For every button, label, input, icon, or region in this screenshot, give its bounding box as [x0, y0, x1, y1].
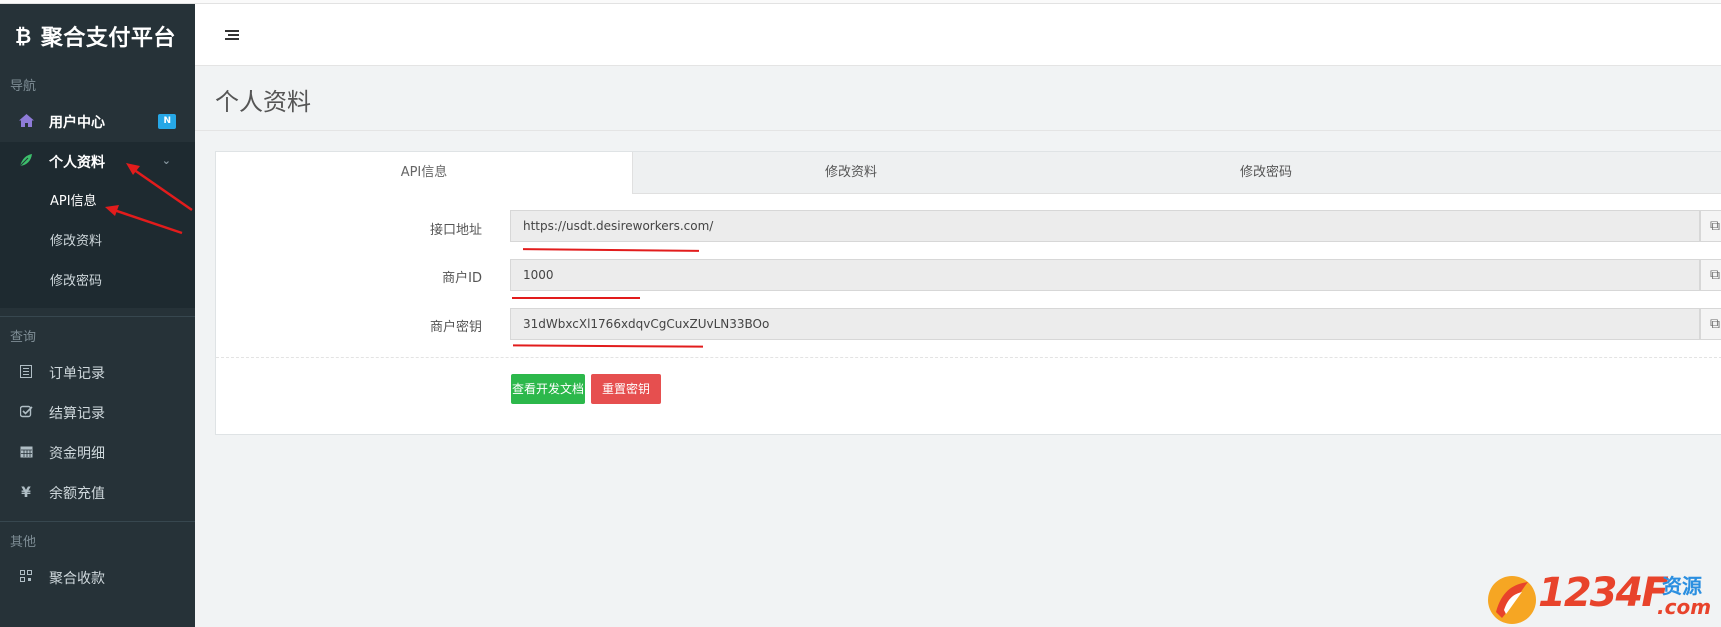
home-icon: [16, 113, 36, 131]
sidebar-item-label: 资金明细: [49, 446, 105, 462]
flame-logo-icon: [1488, 576, 1536, 624]
page-header: 个人资料: [195, 66, 1721, 131]
profile-submenu: API信息 修改资料 修改密码: [0, 182, 195, 308]
submenu-item-api-info[interactable]: API信息: [0, 182, 195, 222]
tab-edit-profile[interactable]: 修改资料: [643, 152, 1059, 193]
watermark-logo: 1234F 资源 .com: [1482, 568, 1721, 627]
merchant-key-field[interactable]: 31dWbxcXl1766xdqvCgCuxZUvLN33BOo: [510, 308, 1700, 340]
watermark-domain: .com: [1657, 595, 1712, 619]
tab-change-password[interactable]: 修改密码: [1058, 152, 1474, 193]
api-url-field[interactable]: https://usdt.desireworkers.com/: [510, 210, 1700, 242]
sidebar-item-profile[interactable]: 个人资料 ⌄: [0, 142, 195, 182]
chevron-down-icon: ⌄: [161, 154, 171, 167]
brand-name: 聚合支付平台: [40, 26, 176, 51]
sidebar: ₿ 聚合支付平台 导航 用户中心 N 个人资料 ⌄ API信息 修改资料 修改密…: [0, 0, 195, 627]
query-section-header: 查询: [10, 330, 37, 345]
other-section-header: 其他: [10, 535, 37, 550]
merchant-key-label: 商户密钥: [429, 320, 482, 335]
list-icon: [16, 364, 36, 382]
sidebar-item-label: 结算记录: [49, 406, 105, 422]
sidebar-item-settlements[interactable]: 结算记录: [0, 393, 195, 433]
submenu-item-change-password[interactable]: 修改密码: [0, 262, 195, 302]
leaf-icon: [16, 153, 36, 171]
menu-toggle-icon[interactable]: [225, 30, 239, 42]
copy-icon[interactable]: ⧉: [1700, 308, 1721, 340]
sidebar-item-label: 个人资料: [49, 155, 105, 171]
api-url-label: 接口地址: [429, 223, 482, 238]
annotation-underline: [512, 297, 640, 299]
check-square-icon: [16, 405, 36, 422]
sidebar-item-label: 余额充值: [49, 486, 105, 502]
sidebar-item-aggregate-collection[interactable]: 聚合收款: [0, 558, 195, 598]
sidebar-item-label: 用户中心: [49, 115, 105, 131]
tab-bar: API信息 修改资料 修改密码: [216, 152, 1721, 194]
submenu-item-edit-profile[interactable]: 修改资料: [0, 222, 195, 262]
form-divider: [216, 357, 1721, 358]
profile-panel: API信息 修改资料 修改密码 接口地址 https://usdt.desire…: [215, 151, 1721, 435]
reset-key-button[interactable]: 重置密钥: [591, 374, 661, 404]
sidebar-divider: [0, 316, 195, 317]
copy-icon[interactable]: ⧉: [1700, 259, 1721, 291]
merchant-id-field[interactable]: 1000: [510, 259, 1700, 291]
new-badge: N: [158, 114, 176, 129]
sidebar-item-funds[interactable]: 资金明细: [0, 433, 195, 473]
calendar-icon: [16, 445, 36, 462]
nav-section-header: 导航: [10, 79, 37, 94]
browser-bookmark-strip: [0, 0, 1721, 4]
sidebar-item-label: 聚合收款: [49, 571, 105, 587]
tab-api-info[interactable]: API信息: [216, 152, 633, 194]
merchant-id-label: 商户ID: [442, 271, 482, 286]
top-bar: [195, 0, 1721, 66]
sidebar-item-orders[interactable]: 订单记录: [0, 353, 195, 393]
yen-icon: ¥: [21, 485, 31, 501]
sidebar-item-user-center[interactable]: 用户中心 N: [0, 102, 195, 142]
sidebar-divider: [0, 521, 195, 522]
copy-icon[interactable]: ⧉: [1700, 210, 1721, 242]
page-title: 个人资料: [215, 88, 311, 116]
watermark-text: 1234F: [1538, 570, 1669, 616]
sidebar-item-label: 订单记录: [49, 366, 105, 382]
brand[interactable]: ₿ 聚合支付平台: [0, 0, 195, 72]
bitcoin-icon: ₿: [15, 23, 32, 48]
view-docs-button[interactable]: 查看开发文档: [511, 374, 585, 404]
qrcode-icon: [16, 570, 36, 586]
sidebar-item-recharge[interactable]: ¥ 余额充值: [0, 473, 195, 513]
